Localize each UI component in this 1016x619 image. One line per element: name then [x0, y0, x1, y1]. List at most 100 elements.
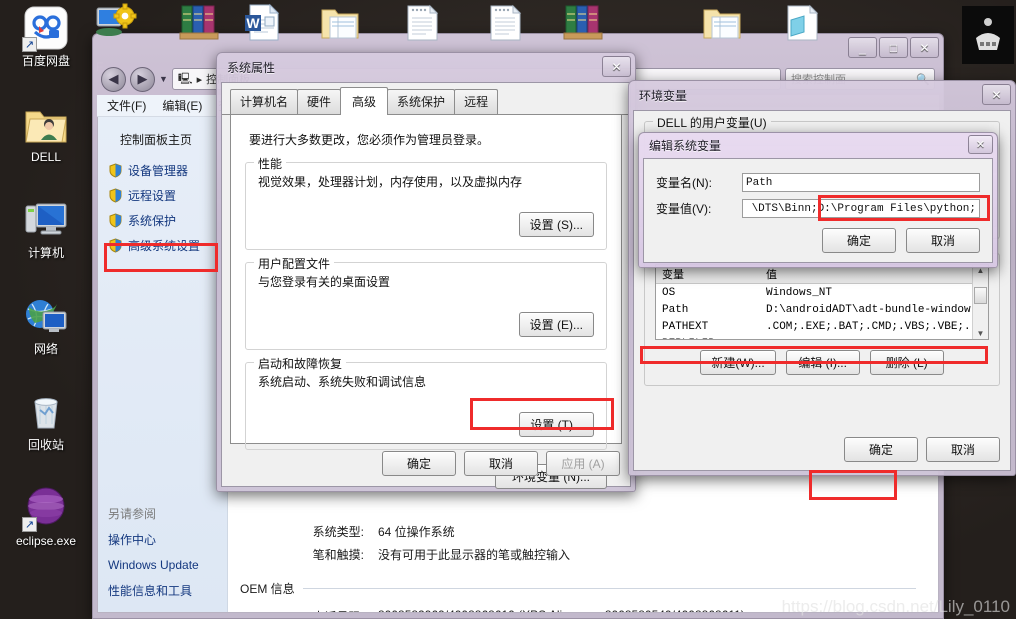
menu-edit[interactable]: 编辑(E)	[162, 97, 202, 114]
list-scrollbar[interactable]: ▲ ▼	[972, 265, 988, 339]
shortcut-arrow-icon: ↗	[22, 517, 37, 532]
system-properties-dialog[interactable]: 系统属性 ✕ 计算机名 硬件 高级 系统保护 远程 要进行大多数更改，您必须作为…	[216, 52, 636, 492]
startup-recovery-settings-button[interactable]: 设置 (T)...	[519, 412, 594, 437]
performance-group: 性能 视觉效果，处理器计划，内存使用，以及虚拟内存 设置 (S)...	[245, 155, 607, 250]
shield-icon	[108, 188, 123, 203]
taskbar-item-folder[interactable]	[318, 2, 362, 44]
new-variable-button[interactable]: 新建(W)...	[700, 350, 776, 375]
taskbar-item-document[interactable]	[483, 2, 527, 44]
network-icon	[22, 292, 70, 340]
edit-system-variable-title: 编辑系统变量	[649, 138, 722, 153]
system-info-value: 没有可用于此显示器的笔或触控输入	[378, 548, 571, 562]
system-properties-window-controls: ✕	[602, 56, 631, 77]
variable-value: Windows_NT	[766, 286, 833, 299]
sidebar-aux-item-action-center[interactable]: 操作中心	[98, 526, 228, 553]
advanced-tab-page: 要进行大多数更改，您必须作为管理员登录。 性能 视觉效果，处理器计划，内存使用，…	[230, 115, 622, 489]
environment-variables-titlebar[interactable]: 环境变量 ✕	[629, 81, 1015, 109]
desktop-icon-network[interactable]: 网络	[0, 292, 92, 384]
delete-variable-button[interactable]: 删除 (L)	[869, 350, 944, 375]
computer-icon	[22, 196, 70, 244]
tab-system-protection[interactable]: 系统保护	[387, 89, 456, 114]
taskbar-item-books[interactable]	[562, 2, 606, 44]
table-row[interactable]: PERL5LIB	[656, 335, 972, 340]
startup-recovery-group: 启动和故障恢复 系统启动、系统失败和调试信息 设置 (T)...	[245, 355, 607, 450]
ok-button[interactable]: 确定	[844, 437, 918, 462]
sidebar-item-device-manager[interactable]: 设备管理器	[98, 158, 227, 183]
address-bar-icon: 🖳	[177, 72, 193, 85]
menu-file[interactable]: 文件(F)	[107, 97, 146, 114]
sidebar-item-remote-settings[interactable]: 远程设置	[98, 183, 227, 208]
taskbar-item-word-document[interactable]: W	[240, 2, 284, 44]
sidebar-item-label: 系统保护	[128, 213, 177, 228]
desktop-icon-recycle-bin[interactable]: 回收站	[0, 388, 92, 480]
chevron-down-icon[interactable]: ▼	[159, 74, 168, 84]
edit-system-variable-dialog[interactable]: 编辑系统变量 ✕ 变量名(N): Path 变量值(V): \DTS\Binn;…	[638, 132, 998, 268]
scrollbar-thumb[interactable]	[974, 287, 987, 304]
taskbar-item-computer-settings[interactable]	[95, 2, 139, 44]
edit-system-variable-client: 变量名(N): Path 变量值(V): \DTS\Binn;D:\Progra…	[643, 158, 993, 263]
user-profiles-description: 与您登录有关的桌面设置	[258, 275, 391, 289]
cancel-button[interactable]: 取消	[464, 451, 538, 476]
variable-value: D:\androidADT\adt-bundle-window...	[766, 303, 972, 316]
taskbar: W	[0, 0, 1016, 64]
user-profiles-group-legend: 用户配置文件	[254, 255, 335, 272]
sidebar-item-advanced-system-settings[interactable]: 高级系统设置	[98, 233, 227, 258]
desktop-icon-computer[interactable]: 计算机	[0, 196, 92, 288]
tab-computer-name[interactable]: 计算机名	[230, 89, 299, 114]
table-row[interactable]: Path D:\androidADT\adt-bundle-window...	[656, 301, 972, 318]
taskbar-item-folder[interactable]	[700, 2, 744, 44]
forward-icon[interactable]: ▶	[130, 66, 155, 92]
apply-button[interactable]: 应用 (A)	[546, 451, 620, 476]
sidebar-item-home[interactable]: 控制面板主页	[98, 128, 227, 152]
variable-value: .COM;.EXE;.BAT;.CMD;.VBS;.VBE;...	[766, 320, 972, 333]
taskbar-item-book-document[interactable]	[780, 2, 824, 44]
desktop-icon-eclipse[interactable]: ↗ eclipse.exe	[0, 484, 92, 576]
variable-value-label: 变量值(V):	[656, 202, 712, 216]
desktop-icon-dell[interactable]: DELL	[0, 100, 92, 192]
edit-variable-button[interactable]: 编辑 (I)...	[785, 350, 860, 375]
tab-remote[interactable]: 远程	[454, 89, 499, 114]
system-properties-title: 系统属性	[227, 60, 276, 75]
table-row[interactable]: PATHEXT .COM;.EXE;.BAT;.CMD;.VBS;.VBE;..…	[656, 318, 972, 335]
variable-name-row: 变量名(N): Path	[656, 173, 980, 192]
tab-advanced[interactable]: 高级	[340, 87, 389, 115]
variable-name: PERL5LIB	[656, 338, 760, 340]
ok-button[interactable]: 确定	[382, 451, 456, 476]
table-row[interactable]: OS Windows_NT	[656, 284, 972, 301]
sidebar-item-label: 控制面板主页	[120, 133, 193, 147]
cancel-button[interactable]: 取消	[926, 437, 1000, 462]
sidebar-aux-item-performance-tools[interactable]: 性能信息和工具	[98, 577, 228, 604]
tab-hardware[interactable]: 硬件	[297, 89, 342, 114]
scroll-down-arrow-icon[interactable]: ▼	[977, 329, 985, 338]
variable-value-input[interactable]: \DTS\Binn;D:\Program Files\python;	[742, 199, 980, 218]
ok-button[interactable]: 确定	[822, 228, 896, 253]
user-profiles-settings-button[interactable]: 设置 (E)...	[518, 312, 594, 337]
startup-recovery-description: 系统启动、系统失败和调试信息	[258, 375, 427, 389]
user-variables-group-legend: DELL 的用户变量(U)	[653, 114, 771, 131]
sidebar-item-system-protection[interactable]: 系统保护	[98, 208, 227, 233]
system-info-key: 系统类型:	[312, 525, 364, 539]
back-icon[interactable]: ◀	[101, 66, 126, 92]
desktop-icon-label: eclipse.exe	[15, 534, 77, 548]
performance-settings-button[interactable]: 设置 (S)...	[518, 212, 594, 237]
control-panel-sidebar: 控制面板主页 设备管理器 远程设置 系统保护 高级系统设置 另请参阅 操作中心 …	[98, 96, 228, 612]
sidebar-item-label: 设备管理器	[128, 163, 189, 178]
system-variables-list[interactable]: 变量 值 OS Windows_NT Path D:\androidADT\ad…	[655, 264, 989, 340]
close-button[interactable]: ✕	[968, 135, 993, 154]
startup-recovery-group-legend: 启动和故障恢复	[254, 355, 347, 372]
taskbar-item-dark-app[interactable]	[962, 6, 1014, 64]
desktop-icon-label: DELL	[30, 150, 62, 164]
system-info-row: 笔和触摸: 没有可用于此显示器的笔或触控输入	[228, 543, 938, 566]
taskbar-item-books[interactable]	[178, 2, 222, 44]
close-button[interactable]: ✕	[982, 84, 1011, 105]
taskbar-item-document[interactable]	[400, 2, 444, 44]
desktop-icon-label: 网络	[33, 342, 58, 356]
sidebar-aux-item-windows-update[interactable]: Windows Update	[98, 553, 228, 577]
edit-system-variable-titlebar[interactable]: 编辑系统变量 ✕	[639, 133, 997, 157]
close-button[interactable]: ✕	[602, 56, 631, 77]
variable-name-input[interactable]: Path	[742, 173, 980, 192]
cancel-button[interactable]: 取消	[906, 228, 980, 253]
eclipse-icon: ↗	[22, 484, 70, 532]
edit-system-variable-footer: 确定 取消	[656, 228, 980, 253]
system-properties-titlebar[interactable]: 系统属性 ✕	[217, 53, 635, 81]
